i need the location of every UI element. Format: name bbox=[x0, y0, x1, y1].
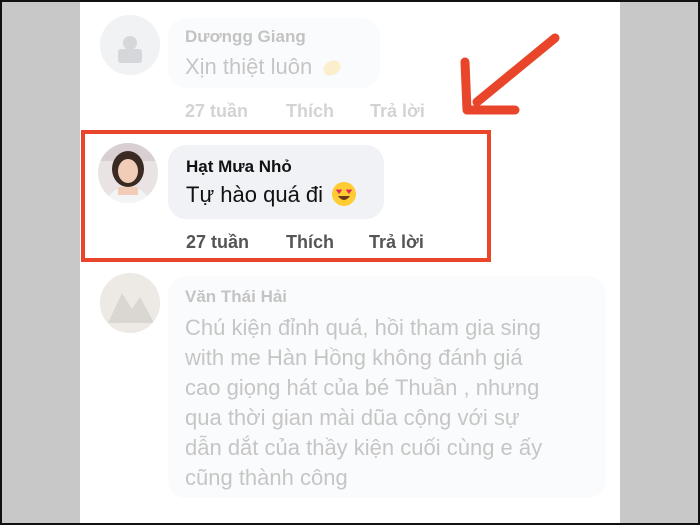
comment-text-line: cũng thành công bbox=[185, 465, 348, 490]
comment-message: Xịn thiệt luôn bbox=[185, 54, 313, 79]
highlight-box bbox=[81, 130, 491, 262]
comment-text: Xịn thiệt luôn bbox=[185, 54, 344, 80]
comment-author[interactable]: Văn Thái Hải bbox=[185, 287, 287, 307]
comment-text-line: Chú kiện đỉnh quá, hồi tham gia sing bbox=[185, 315, 541, 340]
comment-text-line: qua thời gian mài dũa cộng với sự bbox=[185, 405, 520, 430]
arrow-down-left-icon bbox=[460, 33, 560, 115]
like-button[interactable]: Thích bbox=[286, 101, 334, 122]
clapping-hands-icon bbox=[323, 60, 341, 76]
comment-text-line: dẫn dắt của thầy kiện cuối cùng e ấy bbox=[185, 435, 543, 460]
avatar[interactable] bbox=[100, 273, 160, 333]
reply-button[interactable]: Trả lời bbox=[370, 101, 425, 122]
comment-text-line: cao giọng hát của bé Thuần , nhưng bbox=[185, 375, 540, 400]
avatar[interactable] bbox=[100, 15, 160, 75]
comment-text-line: with me Hàn Hồng không đánh giá bbox=[185, 345, 523, 370]
comment-time: 27 tuần bbox=[185, 101, 249, 121]
comment-author[interactable]: Dươngg Giang bbox=[185, 27, 306, 47]
